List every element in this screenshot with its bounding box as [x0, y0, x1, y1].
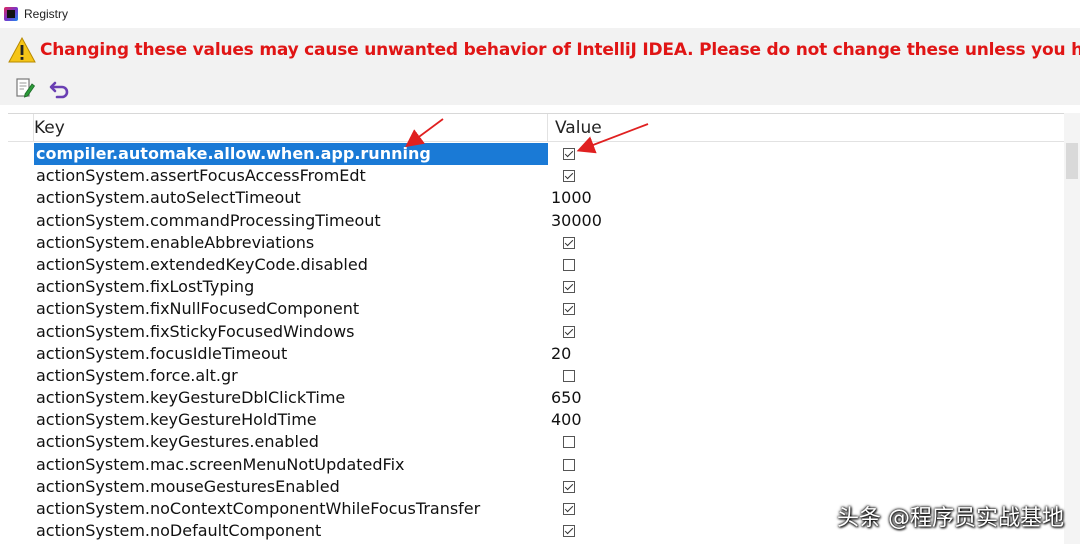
- table-row[interactable]: actionSystem.focusIdleTimeout 20: [8, 343, 1064, 365]
- column-header-key[interactable]: Key: [34, 114, 548, 142]
- table-row[interactable]: actionSystem.commandProcessingTimeout 300…: [8, 210, 1064, 232]
- registry-value-text[interactable]: 20: [549, 343, 1064, 365]
- registry-key[interactable]: actionSystem.autoSelectTimeout: [34, 187, 548, 209]
- watermark: 头条 @程序员实战基地: [837, 506, 1064, 531]
- checkbox-checked[interactable]: [563, 525, 575, 538]
- registry-value-text[interactable]: 650: [549, 387, 1064, 409]
- registry-key[interactable]: actionSystem.mac.screenMenuNotUpdatedFix: [34, 454, 548, 476]
- header-gutter: [8, 114, 34, 142]
- table-row[interactable]: actionSystem.keyGestureDblClickTime 650: [8, 387, 1064, 409]
- registry-key[interactable]: actionSystem.fixNullFocusedComponent: [34, 298, 548, 320]
- edit-document-icon: [16, 78, 36, 98]
- registry-value-checkbox[interactable]: [549, 254, 1064, 276]
- table-row[interactable]: actionSystem.fixStickyFocusedWindows: [8, 321, 1064, 343]
- checkbox-checked[interactable]: [563, 170, 575, 183]
- registry-key[interactable]: actionSystem.extendedKeyCode.disabled: [34, 254, 548, 276]
- registry-key[interactable]: actionSystem.commandProcessingTimeout: [34, 210, 548, 232]
- checkbox-checked[interactable]: [563, 281, 575, 294]
- table-row[interactable]: actionSystem.keyGestures.enabled: [8, 431, 1064, 453]
- table-row[interactable]: actionSystem.fixLostTyping: [8, 276, 1064, 298]
- checkbox-unchecked[interactable]: [563, 436, 575, 449]
- table-row[interactable]: actionSystem.enableAbbreviations: [8, 232, 1064, 254]
- table-row[interactable]: actionSystem.mac.screenMenuNotUpdatedFix: [8, 454, 1064, 476]
- table-row[interactable]: compiler.automake.allow.when.app.running: [8, 143, 1064, 166]
- checkbox-unchecked[interactable]: [563, 458, 575, 471]
- checkbox-unchecked[interactable]: [563, 258, 575, 271]
- scrollbar-thumb[interactable]: [1066, 143, 1078, 179]
- revert-undo-icon: [49, 81, 69, 99]
- warning-banner: Changing these values may cause unwanted…: [0, 28, 1080, 71]
- table-row[interactable]: actionSystem.force.alt.gr: [8, 365, 1064, 387]
- table-row[interactable]: actionSystem.fixNullFocusedComponent: [8, 298, 1064, 320]
- window-title: Registry: [24, 7, 69, 21]
- warning-triangle-icon: [8, 36, 36, 62]
- registry-value-checkbox[interactable]: [549, 476, 1064, 498]
- registry-value-checkbox[interactable]: [549, 165, 1064, 187]
- warning-message: Changing these values may cause unwanted…: [40, 39, 1080, 60]
- registry-value-text[interactable]: 1000: [549, 187, 1064, 209]
- registry-key[interactable]: actionSystem.noContextComponentWhileFocu…: [34, 498, 548, 520]
- table-row[interactable]: actionSystem.extendedKeyCode.disabled: [8, 254, 1064, 276]
- table-row[interactable]: actionSystem.keyGestureHoldTime 400: [8, 409, 1064, 431]
- title-bar: Registry: [0, 0, 1080, 28]
- registry-key[interactable]: actionSystem.focusIdleTimeout: [34, 343, 548, 365]
- registry-value-checkbox[interactable]: [549, 454, 1064, 476]
- checkbox-checked[interactable]: [563, 303, 575, 316]
- registry-value-checkbox[interactable]: [549, 232, 1064, 254]
- registry-value-text[interactable]: 400: [549, 409, 1064, 431]
- checkbox-checked[interactable]: [563, 236, 575, 249]
- edit-button[interactable]: [12, 75, 38, 101]
- registry-key[interactable]: actionSystem.force.alt.gr: [34, 365, 548, 387]
- registry-key[interactable]: actionSystem.keyGestureDblClickTime: [34, 387, 548, 409]
- vertical-scrollbar[interactable]: [1064, 113, 1080, 544]
- registry-key[interactable]: actionSystem.fixStickyFocusedWindows: [34, 321, 548, 343]
- registry-value-checkbox[interactable]: [549, 365, 1064, 387]
- registry-value-checkbox[interactable]: [549, 298, 1064, 320]
- registry-key[interactable]: actionSystem.keyGestureHoldTime: [34, 409, 548, 431]
- checkbox-checked[interactable]: [563, 148, 575, 160]
- registry-value-checkbox[interactable]: [549, 276, 1064, 298]
- table-header: Key Value: [8, 114, 1064, 142]
- checkbox-checked[interactable]: [563, 503, 575, 515]
- table-body: compiler.automake.allow.when.app.running…: [8, 143, 1064, 542]
- column-header-value[interactable]: Value: [549, 114, 1064, 142]
- registry-key[interactable]: actionSystem.noDefaultComponent: [34, 520, 548, 542]
- checkbox-checked[interactable]: [563, 325, 575, 338]
- checkbox-checked[interactable]: [563, 480, 575, 493]
- table-row[interactable]: actionSystem.assertFocusAccessFromEdt: [8, 165, 1064, 187]
- table-row[interactable]: actionSystem.mouseGesturesEnabled: [8, 476, 1064, 498]
- registry-value-checkbox[interactable]: [549, 431, 1064, 453]
- registry-key[interactable]: actionSystem.keyGestures.enabled: [34, 431, 548, 453]
- registry-value-text[interactable]: 30000: [549, 210, 1064, 232]
- registry-table: Key Value compiler.automake.allow.when.a…: [8, 113, 1064, 544]
- intellij-icon: [4, 7, 18, 21]
- registry-key[interactable]: actionSystem.enableAbbreviations: [34, 232, 548, 254]
- registry-key[interactable]: actionSystem.mouseGesturesEnabled: [34, 476, 548, 498]
- table-row[interactable]: actionSystem.autoSelectTimeout 1000: [8, 187, 1064, 209]
- toolbar: [0, 71, 1080, 105]
- checkbox-unchecked[interactable]: [563, 369, 575, 382]
- registry-value-checkbox[interactable]: [549, 143, 1064, 165]
- revert-button[interactable]: [46, 75, 72, 101]
- registry-value-checkbox[interactable]: [549, 321, 1064, 343]
- registry-key[interactable]: actionSystem.assertFocusAccessFromEdt: [34, 165, 548, 187]
- registry-key[interactable]: compiler.automake.allow.when.app.running: [34, 143, 548, 166]
- registry-key[interactable]: actionSystem.fixLostTyping: [34, 276, 548, 298]
